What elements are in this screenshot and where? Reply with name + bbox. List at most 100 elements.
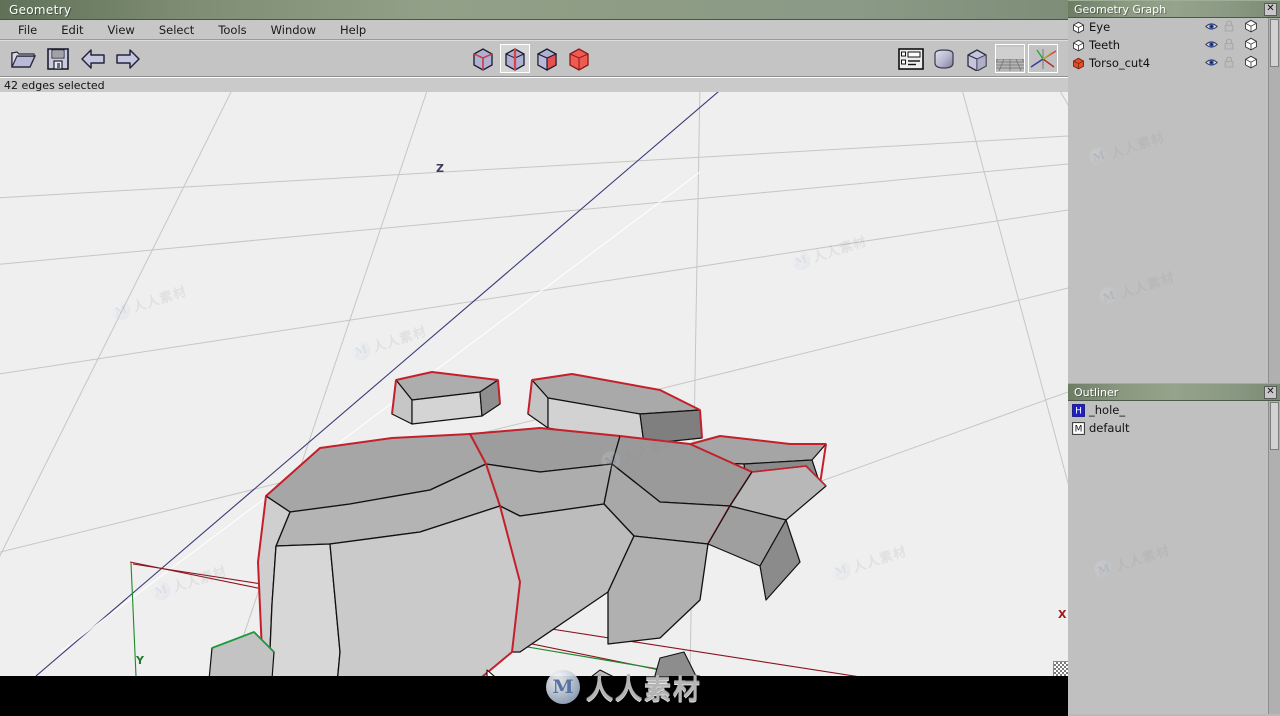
undo-button[interactable]	[78, 44, 108, 73]
material-badge-icon: M	[1072, 421, 1085, 435]
outliner-item-name: _hole_	[1089, 403, 1126, 417]
object-mode-button[interactable]	[564, 44, 594, 73]
viewport-canvas	[0, 92, 1068, 676]
toolbar-display-group	[896, 44, 1058, 73]
cube-icon	[1073, 57, 1084, 69]
menu-item-edit[interactable]: Edit	[49, 21, 95, 39]
eye-visibility-icon[interactable]	[1205, 39, 1218, 50]
ground-grid-button[interactable]	[995, 44, 1025, 73]
vertex-mode-icon	[473, 47, 493, 71]
redo-arrow-icon	[116, 48, 140, 69]
geometry-node-name: Teeth	[1089, 38, 1121, 52]
watermark-primary: M 人人素材	[546, 665, 746, 709]
edge-mode-icon	[505, 47, 525, 71]
status-text: 42 edges selected	[4, 78, 105, 92]
axis-label-y: Y	[136, 654, 144, 667]
geometry-graph-scrollbar[interactable]	[1268, 18, 1280, 383]
geometry-graph-title: Geometry Graph	[1074, 2, 1167, 16]
outliner-titlebar: Outliner ✕	[1068, 383, 1280, 401]
geometry-node-icons	[1205, 55, 1258, 69]
cube-icon	[1073, 39, 1084, 51]
geometry-window: Geometry File Edit View Select Tools Win…	[0, 0, 1068, 716]
viewport-resize-grip[interactable]	[1053, 661, 1068, 676]
vertex-mode-button[interactable]	[468, 44, 498, 73]
menu-item-tools[interactable]: Tools	[206, 21, 258, 39]
outliner-item-default[interactable]: M default	[1068, 419, 1280, 437]
open-file-button[interactable]	[8, 44, 38, 73]
cube-icon[interactable]	[1244, 55, 1258, 69]
redo-button[interactable]	[113, 44, 143, 73]
scrollbar-thumb[interactable]	[1270, 19, 1279, 67]
axis-label-z: Z	[436, 162, 444, 175]
material-badge-icon: H	[1072, 403, 1085, 417]
3d-viewport[interactable]: Z Y X M 人人素材 M 人人素材 M 人人素材 M 人人素材 M 人	[0, 92, 1068, 676]
outliner-body: H _hole_ M default M 人人素材	[1068, 401, 1280, 714]
flat-shaded-icon	[967, 48, 987, 71]
cube-icon[interactable]	[1244, 19, 1258, 33]
edge-mode-button[interactable]	[500, 44, 530, 73]
main-toolbar	[0, 40, 1068, 77]
properties-panel-icon	[898, 47, 924, 70]
outliner-item-hole[interactable]: H _hole_	[1068, 401, 1280, 419]
menu-item-select[interactable]: Select	[147, 21, 206, 39]
menu-item-view[interactable]: View	[96, 21, 147, 39]
save-file-button[interactable]	[43, 44, 73, 73]
right-panel-column: Geometry Graph ✕ Eye Teeth Torso_cut4 M …	[1068, 0, 1280, 716]
svg-text:H: H	[1075, 406, 1082, 416]
toolbar-file-group	[8, 44, 143, 73]
watermark-logo: M	[1086, 144, 1111, 169]
watermark-text: 人人素材	[1114, 543, 1173, 575]
bottom-black-bar	[0, 676, 1068, 716]
status-bar: 42 edges selected	[0, 77, 1068, 93]
geometry-node-row[interactable]: Eye	[1068, 18, 1280, 36]
properties-panel-button[interactable]	[896, 44, 926, 73]
face-mode-icon	[537, 47, 557, 71]
menu-item-window[interactable]: Window	[259, 21, 328, 39]
geometry-node-icons	[1205, 37, 1258, 51]
menu-item-file[interactable]: File	[6, 21, 49, 39]
flat-shaded-button[interactable]	[962, 44, 992, 73]
world-axes-icon	[1029, 46, 1057, 71]
geometry-node-name: Eye	[1089, 20, 1111, 34]
watermark-text: 人人素材	[1109, 130, 1168, 162]
watermark: M 人人素材	[1096, 266, 1177, 309]
menubar: File Edit View Select Tools Window Help	[0, 20, 1068, 40]
outliner-close-button[interactable]: ✕	[1264, 385, 1277, 399]
lock-icon[interactable]	[1224, 38, 1234, 50]
geometry-node-name: Torso_cut4	[1089, 56, 1151, 70]
geometry-node-row[interactable]: Torso_cut4	[1068, 54, 1280, 72]
menu-item-help[interactable]: Help	[328, 21, 378, 39]
smooth-shaded-icon	[934, 48, 954, 69]
world-axes-button[interactable]	[1028, 44, 1058, 73]
scrollbar-thumb[interactable]	[1270, 402, 1279, 450]
eye-visibility-icon[interactable]	[1205, 57, 1218, 68]
cube-icon	[1073, 21, 1084, 33]
lock-icon[interactable]	[1224, 20, 1234, 32]
geometry-graph-body: Eye Teeth Torso_cut4 M 人人素材 M 人人素材	[1068, 18, 1280, 383]
geometry-graph-close-button[interactable]: ✕	[1264, 2, 1277, 16]
undo-arrow-icon	[81, 48, 105, 69]
lock-icon[interactable]	[1224, 56, 1234, 68]
cube-icon[interactable]	[1244, 37, 1258, 51]
eye-visibility-icon[interactable]	[1205, 21, 1218, 32]
watermark: M 人人素材	[1086, 126, 1168, 169]
save-file-icon	[47, 47, 69, 70]
ground-grid-icon	[996, 46, 1024, 71]
open-file-icon	[11, 50, 36, 68]
svg-text:M: M	[1075, 424, 1083, 434]
selection-mode-group	[468, 44, 594, 73]
watermark-logo: M	[1096, 284, 1121, 309]
watermark-logo: M	[1091, 557, 1116, 582]
window-titlebar: Geometry	[0, 0, 1068, 20]
geometry-node-row[interactable]: Teeth	[1068, 36, 1280, 54]
geometry-graph-titlebar: Geometry Graph ✕	[1068, 0, 1280, 18]
watermark-logo: M	[546, 670, 580, 704]
smooth-shaded-button[interactable]	[929, 44, 959, 73]
axis-label-x: X	[1058, 608, 1067, 621]
watermark-text: 人人素材	[586, 674, 702, 706]
outliner-title: Outliner	[1074, 385, 1119, 399]
face-mode-button[interactable]	[532, 44, 562, 73]
outliner-item-name: default	[1089, 421, 1130, 435]
outliner-scrollbar[interactable]	[1268, 401, 1280, 714]
object-mode-icon	[569, 47, 589, 71]
